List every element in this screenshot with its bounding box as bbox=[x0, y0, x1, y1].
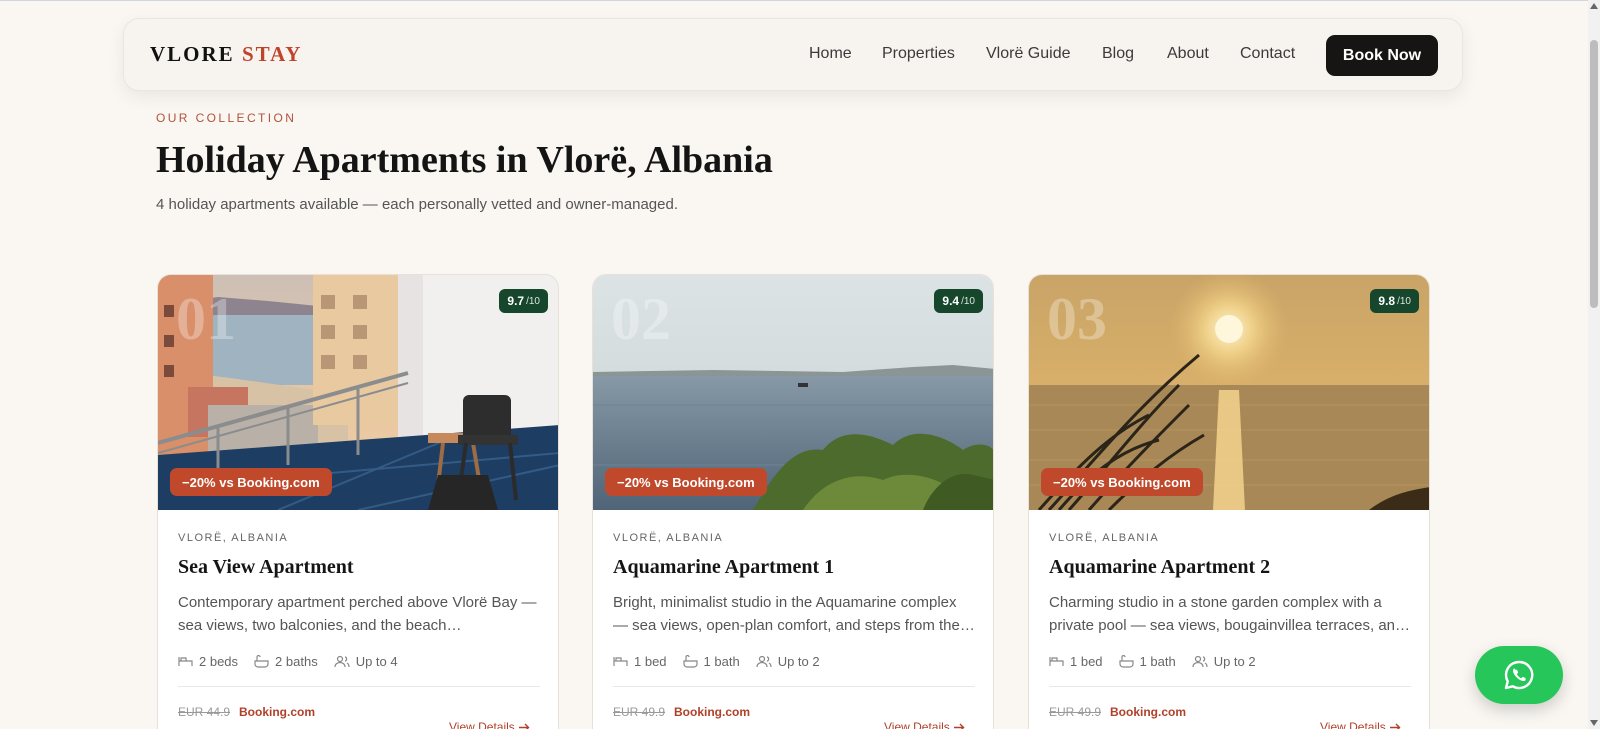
old-price: EUR 49.9 bbox=[613, 705, 666, 719]
baths-label: 1 bath bbox=[1139, 654, 1176, 669]
guests-label: Up to 4 bbox=[355, 654, 398, 669]
section-eyebrow: OUR COLLECTION bbox=[156, 111, 297, 125]
baths-label: 2 baths bbox=[275, 654, 318, 669]
amenity-guests: Up to 2 bbox=[756, 654, 820, 669]
scrollbar-thumb[interactable] bbox=[1590, 40, 1598, 308]
arrow-right-icon bbox=[953, 723, 965, 729]
rating-score: 9.7 bbox=[507, 294, 525, 308]
old-price: EUR 49.9 bbox=[1049, 705, 1102, 719]
amenity-beds: 1 bed bbox=[613, 654, 667, 669]
users-icon bbox=[756, 655, 772, 668]
nav-link-vlore-guide[interactable]: Vlorë Guide bbox=[986, 45, 1071, 63]
price-source: Booking.com bbox=[674, 705, 751, 719]
view-details-link[interactable]: View Details bbox=[884, 720, 965, 729]
guests-label: Up to 2 bbox=[1213, 654, 1256, 669]
bed-icon bbox=[1049, 657, 1064, 666]
discount-badge: −20% vs Booking.com bbox=[1041, 468, 1203, 496]
amenity-baths: 1 bath bbox=[1118, 654, 1176, 669]
scroll-up-icon[interactable] bbox=[1590, 3, 1598, 9]
card-number: 02 bbox=[611, 286, 671, 352]
card-divider bbox=[178, 686, 540, 687]
scrollbar[interactable] bbox=[1588, 0, 1600, 729]
bath-icon bbox=[682, 655, 698, 668]
amenity-beds: 2 beds bbox=[178, 654, 238, 669]
users-icon bbox=[1192, 655, 1208, 668]
card-description: Bright, minimalist studio in the Aquamar… bbox=[613, 594, 975, 634]
discount-badge: −20% vs Booking.com bbox=[170, 468, 332, 496]
whatsapp-button[interactable] bbox=[1475, 646, 1563, 704]
whatsapp-icon bbox=[1504, 660, 1534, 690]
top-border bbox=[0, 0, 1600, 1]
view-details-label: View Details bbox=[884, 720, 950, 729]
page-title: Holiday Apartments in Vlorë, Albania bbox=[156, 139, 773, 181]
price-source: Booking.com bbox=[239, 705, 316, 719]
old-price: EUR 44.9 bbox=[178, 705, 231, 719]
card-divider bbox=[1049, 686, 1411, 687]
brand-primary: VLORE bbox=[150, 42, 235, 66]
beds-label: 1 bed bbox=[1070, 654, 1103, 669]
nav-link-contact[interactable]: Contact bbox=[1240, 45, 1295, 63]
card-location: VLORË, ALBANIA bbox=[613, 532, 724, 544]
page-subtitle: 4 holiday apartments available — each pe… bbox=[156, 196, 678, 213]
bath-icon bbox=[1118, 655, 1134, 668]
rating-badge: 9.7 /10 bbox=[499, 289, 548, 313]
amenity-baths: 2 baths bbox=[254, 654, 318, 669]
property-photo-2[interactable]: 02 9.4 /10 −20% vs Booking.com bbox=[593, 275, 993, 510]
nav-link-properties[interactable]: Properties bbox=[882, 45, 955, 63]
card-description: Charming studio in a stone garden comple… bbox=[1049, 594, 1411, 634]
nav-link-blog[interactable]: Blog bbox=[1102, 45, 1134, 63]
property-card-3[interactable]: 03 9.8 /10 −20% vs Booking.com VLORË, AL… bbox=[1028, 274, 1430, 729]
card-divider bbox=[613, 686, 975, 687]
amenities-row: 1 bed 1 bath Up to 2 bbox=[613, 654, 820, 669]
brand-logo[interactable]: VLORE STAY bbox=[150, 42, 302, 67]
view-details-label: View Details bbox=[1320, 720, 1386, 729]
price-source: Booking.com bbox=[1110, 705, 1187, 719]
amenity-guests: Up to 2 bbox=[1192, 654, 1256, 669]
rating-badge: 9.4 /10 bbox=[934, 289, 983, 313]
card-title[interactable]: Aquamarine Apartment 2 bbox=[1049, 556, 1270, 579]
card-number: 01 bbox=[176, 286, 236, 352]
nav-link-about[interactable]: About bbox=[1167, 45, 1209, 63]
bath-icon bbox=[254, 655, 269, 668]
amenity-guests: Up to 4 bbox=[334, 654, 398, 669]
beds-label: 2 beds bbox=[199, 654, 239, 669]
view-details-link[interactable]: View Details bbox=[449, 720, 530, 729]
bed-icon bbox=[178, 657, 193, 666]
navbar: VLORE STAY Home Properties Vlorë Guide B… bbox=[123, 18, 1463, 91]
rating-score: 9.8 bbox=[1378, 294, 1396, 308]
card-title[interactable]: Sea View Apartment bbox=[178, 556, 354, 579]
book-now-button[interactable]: Book Now bbox=[1326, 35, 1438, 76]
arrow-right-icon bbox=[1389, 723, 1401, 729]
property-photo-1[interactable]: 01 9.7 /10 −20% vs Booking.com bbox=[158, 275, 558, 510]
card-location: VLORË, ALBANIA bbox=[178, 532, 289, 544]
baths-label: 1 bath bbox=[703, 654, 740, 669]
card-number: 03 bbox=[1047, 286, 1107, 352]
bed-icon bbox=[613, 657, 628, 666]
rating-scale: /10 bbox=[961, 295, 975, 307]
property-card-2[interactable]: 02 9.4 /10 −20% vs Booking.com VLORË, AL… bbox=[592, 274, 994, 729]
beds-label: 1 bed bbox=[634, 654, 667, 669]
rating-score: 9.4 bbox=[942, 294, 960, 308]
property-photo-3[interactable]: 03 9.8 /10 −20% vs Booking.com bbox=[1029, 275, 1429, 510]
scroll-down-icon[interactable] bbox=[1590, 720, 1598, 726]
arrow-right-icon bbox=[518, 723, 530, 729]
card-description: Contemporary apartment perched above Vlo… bbox=[178, 594, 537, 634]
card-title[interactable]: Aquamarine Apartment 1 bbox=[613, 556, 834, 579]
discount-badge: −20% vs Booking.com bbox=[605, 468, 767, 496]
card-location: VLORË, ALBANIA bbox=[1049, 532, 1160, 544]
guests-label: Up to 2 bbox=[777, 654, 820, 669]
view-details-label: View Details bbox=[449, 720, 515, 729]
users-icon bbox=[334, 655, 350, 668]
property-card-1[interactable]: 01 9.7 /10 −20% vs Booking.com VLORË, AL… bbox=[157, 274, 559, 729]
amenity-beds: 1 bed bbox=[1049, 654, 1103, 669]
rating-badge: 9.8 /10 bbox=[1370, 289, 1419, 313]
view-details-link[interactable]: View Details bbox=[1320, 720, 1401, 729]
brand-accent: STAY bbox=[241, 42, 303, 66]
amenities-row: 1 bed 1 bath Up to 2 bbox=[1049, 654, 1256, 669]
rating-scale: /10 bbox=[526, 295, 540, 307]
nav-link-home[interactable]: Home bbox=[809, 45, 852, 63]
amenity-baths: 1 bath bbox=[682, 654, 740, 669]
amenities-row: 2 beds 2 baths Up to 4 bbox=[178, 654, 398, 669]
rating-scale: /10 bbox=[1397, 295, 1411, 307]
